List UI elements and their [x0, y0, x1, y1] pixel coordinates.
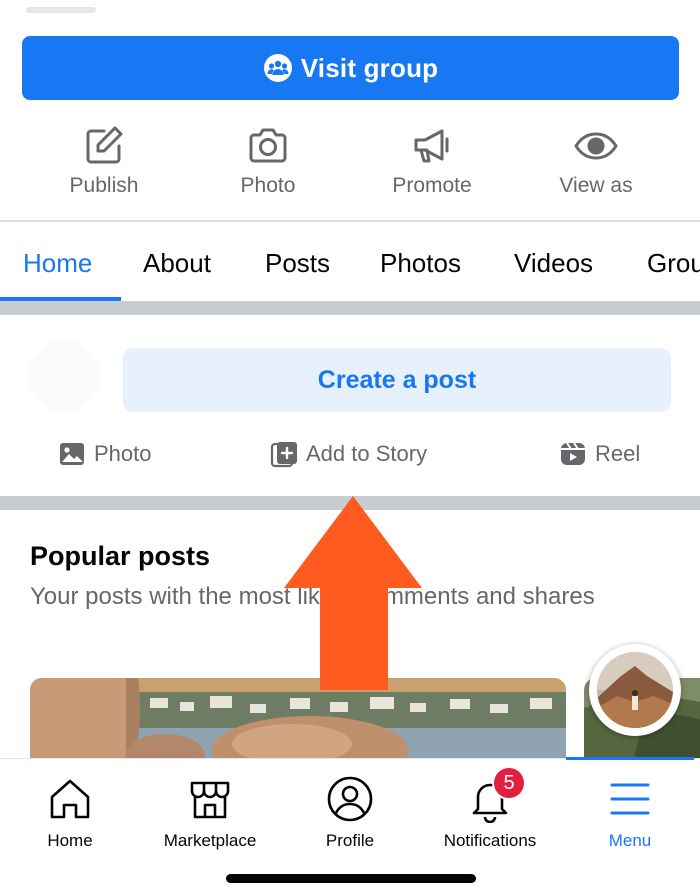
- photo-action[interactable]: Photo: [188, 118, 348, 198]
- megaphone-icon: [414, 129, 449, 163]
- reel-option[interactable]: Reel: [559, 440, 640, 468]
- cropped-top-content: [26, 0, 136, 13]
- nav-marketplace[interactable]: Marketplace: [140, 775, 280, 851]
- nav-marketplace-label: Marketplace: [163, 831, 257, 850]
- reel-icon: [561, 442, 585, 465]
- nav-profile[interactable]: Profile: [280, 775, 420, 851]
- promote-label: Promote: [392, 174, 472, 197]
- avatar-image: [597, 652, 673, 728]
- tab-home[interactable]: Home: [23, 248, 92, 279]
- post-thumbnail-image: [30, 678, 566, 758]
- edit-icon: [86, 126, 123, 164]
- publish-action[interactable]: Publish: [24, 118, 184, 198]
- tab-about[interactable]: About: [143, 248, 211, 279]
- nav-menu-label: Menu: [608, 831, 652, 850]
- annotation-arrow: [284, 496, 422, 690]
- eye-icon: [574, 132, 618, 160]
- popular-posts-title: Popular posts: [30, 541, 211, 571]
- avatar[interactable]: [28, 340, 100, 412]
- visit-group-label: Visit group: [300, 52, 439, 83]
- tab-posts[interactable]: Posts: [265, 248, 330, 279]
- profile-icon: [327, 776, 373, 822]
- add-to-story-label: Add to Story: [306, 441, 428, 466]
- add-story-icon: [270, 442, 297, 468]
- tab-groups[interactable]: Grou: [647, 248, 700, 279]
- view-as-action[interactable]: View as: [516, 118, 676, 198]
- nav-profile-label: Profile: [325, 831, 375, 850]
- publish-label: Publish: [69, 174, 139, 197]
- tab-videos[interactable]: Videos: [514, 248, 593, 279]
- nav-notifications-label: Notifications: [443, 831, 537, 850]
- photo-option-label: Photo: [94, 441, 152, 466]
- photo-icon: [60, 443, 84, 465]
- nav-menu[interactable]: Menu: [560, 775, 700, 851]
- notifications-badge: 5: [492, 766, 526, 800]
- composer-options: Photo Add to Story Reel: [0, 440, 700, 486]
- photo-option[interactable]: Photo: [58, 440, 152, 468]
- home-indicator-bar[interactable]: [226, 874, 476, 883]
- view-as-label: View as: [559, 174, 633, 197]
- visit-group-button[interactable]: Visit group: [22, 36, 679, 100]
- popular-post-card[interactable]: [30, 678, 566, 758]
- nav-home[interactable]: Home: [0, 775, 140, 851]
- reel-option-label: Reel: [595, 441, 641, 466]
- section-separator: [0, 301, 700, 315]
- photo-label: Photo: [240, 174, 296, 197]
- add-to-story-option[interactable]: Add to Story: [270, 440, 427, 468]
- home-icon: [50, 779, 90, 819]
- marketplace-icon: [190, 781, 230, 819]
- active-nav-indicator: [566, 757, 694, 760]
- page-tabs: Home About Posts Photos Videos Grou: [0, 222, 700, 302]
- promote-action[interactable]: Promote: [352, 118, 512, 198]
- create-post-button[interactable]: Create a post: [123, 348, 671, 412]
- tab-photos[interactable]: Photos: [380, 248, 461, 279]
- nav-notifications[interactable]: Notifications: [420, 775, 560, 851]
- profile-avatar-bubble[interactable]: [589, 644, 681, 736]
- nav-home-label: Home: [47, 831, 93, 850]
- hamburger-icon: [610, 783, 650, 815]
- page-actions: Publish Photo Promote View as: [0, 118, 700, 208]
- group-icon: [263, 54, 292, 82]
- camera-icon: [249, 128, 287, 163]
